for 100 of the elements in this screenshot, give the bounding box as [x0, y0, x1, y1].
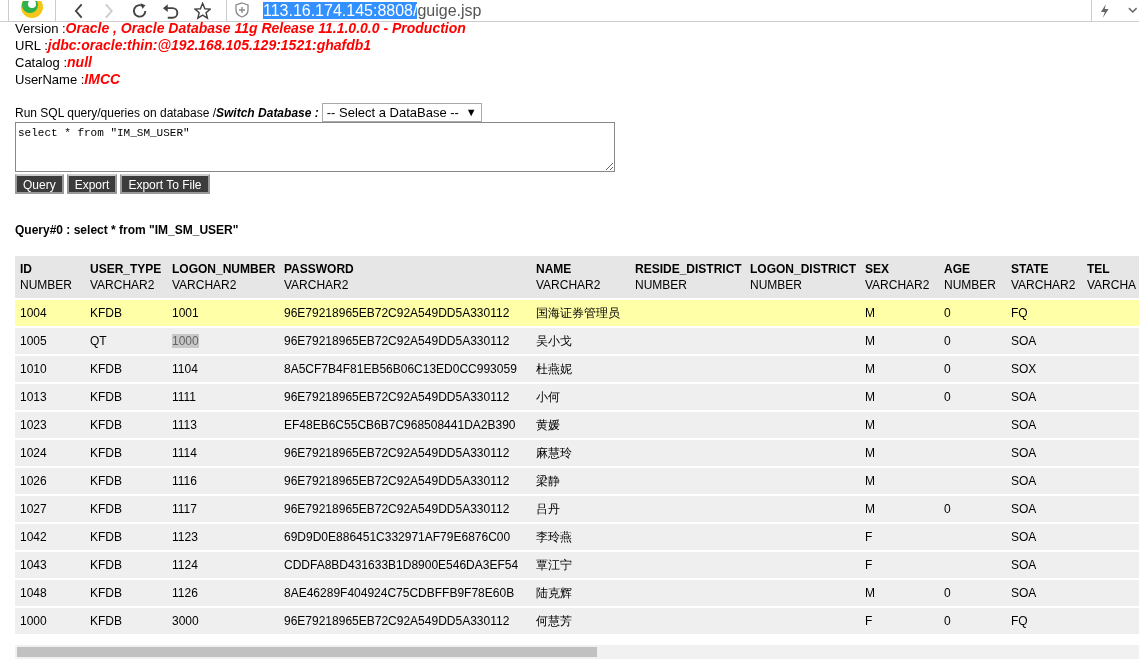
table-cell: 96E79218965EB72C92A549DD5A330112 — [284, 446, 510, 460]
table-cell: CDDFA8BD431633B1D8900E546DA3EF54 — [284, 558, 519, 572]
table-cell: M — [865, 586, 875, 600]
lightning-icon[interactable] — [1099, 3, 1110, 18]
table-row[interactable]: 1043 KFDB 1124 CDDFA8BD431633B1D8900E546DA3EF54 覃江宁 F SOA — [15, 550, 1139, 578]
table-cell: M — [865, 502, 875, 516]
table-row[interactable]: 1005 QT 1000 96E79218965EB72C92A549DD5A330112 吴小戈 M 0 SOA — [15, 326, 1139, 354]
table-cell: 吴小戈 — [536, 334, 572, 348]
table-cell: 96E79218965EB72C92A549DD5A330112 — [284, 474, 510, 488]
column-name: LOGON_NUMBER — [172, 261, 277, 277]
table-cell: KFDB — [90, 306, 122, 320]
table-cell: 96E79218965EB72C92A549DD5A330112 — [284, 390, 510, 404]
table-cell: QT — [90, 334, 107, 348]
table-row[interactable]: 1026 KFDB 1116 96E79218965EB72C92A549DD5A330112 梁静 M SOA — [15, 466, 1139, 494]
table-cell: KFDB — [90, 446, 122, 460]
table-cell: F — [865, 558, 873, 572]
table-cell: 1104 — [172, 362, 198, 376]
browser-logo-icon[interactable] — [8, 0, 56, 22]
table-cell: KFDB — [90, 530, 122, 544]
table-row[interactable]: 1042 KFDB 1123 69D9D0E886451C332971AF79E6876C00 李玲燕 F SOA — [15, 522, 1139, 550]
table-cell: 0 — [944, 362, 951, 376]
table-row[interactable]: 1023 KFDB 1113 EF48EB6C55CB6B7C968508441DA2B390 黄媛 M SOA — [15, 410, 1139, 438]
reload-icon[interactable] — [131, 1, 149, 20]
table-cell: 黄媛 — [536, 418, 560, 432]
table-cell: 1043 — [20, 558, 47, 572]
table-cell: 1023 — [20, 418, 47, 432]
table-cell: KFDB — [90, 558, 122, 572]
back-icon[interactable] — [74, 2, 84, 19]
table-cell: SOX — [1011, 362, 1037, 376]
column-type: NUMBER — [635, 277, 688, 293]
column-type: NUMBER — [944, 277, 997, 293]
column-name: TEL — [1087, 261, 1111, 277]
table-cell: 1113 — [172, 418, 197, 432]
table-cell: 69D9D0E886451C332971AF79E6876C00 — [284, 530, 511, 544]
table-cell: 8A5CF7B4F81EB56B06C13ED0CC993059 — [284, 362, 517, 376]
table-cell: SOA — [1011, 558, 1037, 572]
table-cell: KFDB — [90, 362, 122, 376]
address-bar[interactable]: 113.16.174.145:8808/guige.jsp — [225, 0, 1092, 22]
table-cell: 1124 — [172, 558, 198, 572]
table-cell: 0 — [944, 334, 951, 348]
action-button[interactable]: Export — [66, 174, 118, 194]
info-value: IMCC — [84, 70, 121, 89]
table-cell: KFDB — [90, 390, 122, 404]
action-button[interactable]: Query — [15, 174, 64, 194]
star-icon[interactable] — [193, 1, 211, 20]
table-cell: KFDB — [90, 474, 122, 488]
switch-database-label: Switch Database : — [216, 104, 319, 122]
table-cell: 3000 — [172, 614, 199, 628]
table-cell: SOA — [1011, 334, 1037, 348]
scrollbar-thumb[interactable] — [17, 647, 597, 657]
query-prompt: Run SQL query/queries on database / — [15, 104, 217, 122]
table-cell: FQ — [1011, 306, 1028, 320]
table-row[interactable]: 1004 KFDB 1001 96E79218965EB72C92A549DD5A330112 国海证券管理员 M 0 FQ — [15, 298, 1139, 326]
table-cell: 陆克辉 — [536, 586, 572, 600]
table-row[interactable]: 1024 KFDB 1114 96E79218965EB72C92A549DD5A330112 麻慧玲 M SOA — [15, 438, 1139, 466]
column-name: PASSWORD — [284, 261, 355, 277]
table-cell: 1117 — [172, 502, 197, 516]
table-row[interactable]: 1027 KFDB 1117 96E79218965EB72C92A549DD5A330112 吕丹 M 0 SOA — [15, 494, 1139, 522]
column-name: AGE — [944, 261, 971, 277]
table-cell: 96E79218965EB72C92A549DD5A330112 — [284, 502, 510, 516]
table-cell: 1048 — [20, 586, 47, 600]
table-cell: 1126 — [172, 586, 198, 600]
table-cell: 8AE46289F404924C75CDBFFB9F78E60B — [284, 586, 515, 600]
table-cell: 1024 — [20, 446, 47, 460]
url-text-selected: 113.16.174.145:8808/ — [262, 2, 418, 19]
table-row[interactable]: 1048 KFDB 1126 8AE46289F404924C75CDBFFB9F78E60B 陆克辉 M 0 SOA — [15, 578, 1139, 606]
table-cell: SOA — [1011, 474, 1037, 488]
column-name: USER_TYPE — [90, 261, 163, 277]
table-row[interactable]: 1000 KFDB 3000 96E79218965EB72C92A549DD5A330112 何慧芳 F 0 FQ — [15, 606, 1139, 634]
table-cell: 1010 — [20, 362, 47, 376]
undo-icon[interactable] — [162, 1, 180, 20]
table-cell: M — [865, 362, 875, 376]
url-text: guige.jsp — [417, 2, 482, 19]
table-cell: KFDB — [90, 502, 122, 516]
info-value: null — [67, 53, 92, 72]
table-cell: 1042 — [20, 530, 47, 544]
table-cell: 1027 — [20, 502, 47, 516]
table-cell: 1114 — [172, 446, 197, 460]
horizontal-scrollbar[interactable] — [15, 645, 1139, 659]
column-type: VARCHAR2 — [865, 277, 931, 293]
table-cell: KFDB — [90, 586, 122, 600]
column-name: SEX — [865, 261, 890, 277]
table-cell: F — [865, 530, 873, 544]
column-type: NUMBER — [750, 277, 803, 293]
database-select[interactable]: -- Select a DataBase -- ▼ — [321, 103, 482, 122]
info-label: Catalog : — [15, 54, 68, 72]
table-cell: M — [865, 418, 875, 432]
action-button[interactable]: Export To File — [120, 174, 210, 194]
sql-input-field[interactable]: select * from "IM_SM_USER" — [15, 122, 615, 172]
table-row[interactable]: 1010 KFDB 1104 8A5CF7B4F81EB56B06C13ED0CC993059 杜燕妮 M 0 SOX — [15, 354, 1139, 382]
table-cell: SOA — [1011, 390, 1037, 404]
shield-icon — [234, 2, 249, 18]
table-cell: 0 — [944, 306, 951, 320]
table-row[interactable]: 1013 KFDB 1111 96E79218965EB72C92A549DD5A330112 小何 M 0 SOA — [15, 382, 1139, 410]
table-cell: 1004 — [20, 306, 47, 320]
table-cell: F — [865, 614, 873, 628]
column-type: VARCHAR2 — [172, 277, 238, 293]
table-cell: 李玲燕 — [536, 530, 572, 544]
table-cell: 杜燕妮 — [536, 362, 572, 376]
table-cell: 吕丹 — [536, 502, 560, 516]
